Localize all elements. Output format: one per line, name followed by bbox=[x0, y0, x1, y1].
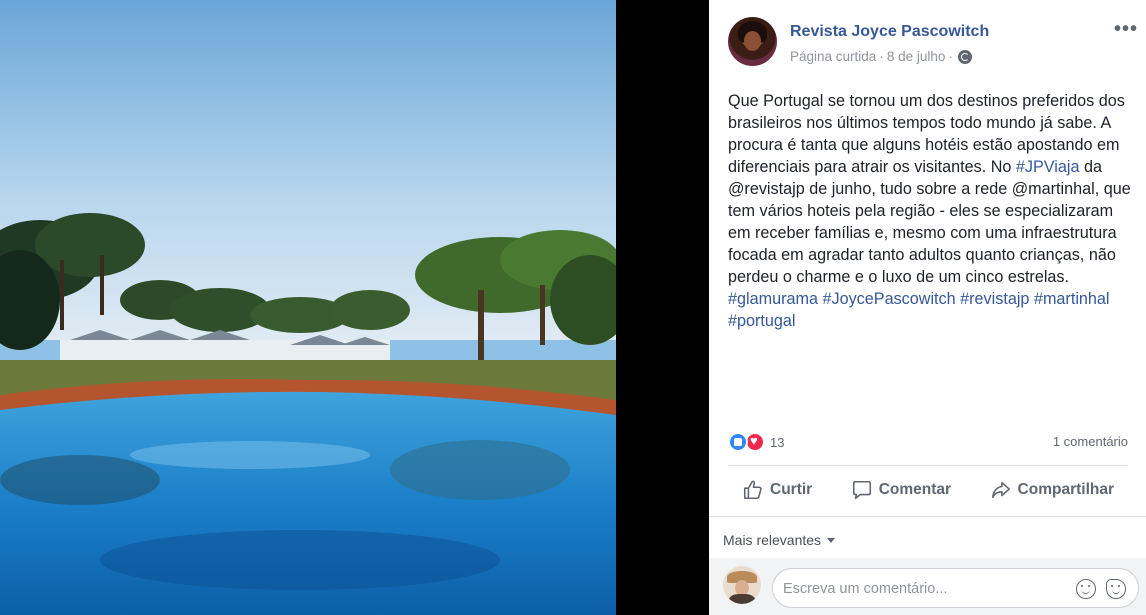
comment-button[interactable]: Comentar bbox=[851, 479, 951, 501]
comment-label: Comentar bbox=[878, 481, 952, 498]
hashtag-link[interactable]: #portugal bbox=[728, 312, 796, 330]
thumbs-up-icon bbox=[743, 480, 762, 500]
more-options-icon[interactable]: ••• bbox=[1114, 19, 1138, 39]
like-reaction-icon bbox=[728, 432, 748, 452]
comment-sort-dropdown[interactable]: Mais relevantes bbox=[723, 532, 836, 548]
page-type-label: Página curtida bbox=[790, 49, 877, 64]
reactions-summary[interactable]: 13 bbox=[728, 430, 784, 454]
post-header: Revista Joyce Pascowitch Página curtida … bbox=[728, 17, 1138, 69]
share-arrow-icon bbox=[991, 481, 1010, 499]
hashtag-link[interactable]: #JPViaja bbox=[1016, 158, 1080, 176]
post-meta: Página curtida · 8 de julho · bbox=[790, 49, 972, 64]
share-button[interactable]: Compartilhar bbox=[990, 479, 1114, 501]
emoji-icon[interactable] bbox=[1076, 579, 1096, 599]
caret-down-icon bbox=[827, 537, 836, 543]
love-reaction-icon bbox=[745, 432, 765, 452]
page-name-link[interactable]: Revista Joyce Pascowitch bbox=[790, 23, 989, 41]
comment-sort-label: Mais relevantes bbox=[723, 532, 822, 548]
page-avatar[interactable] bbox=[728, 17, 777, 66]
post-side-panel: Revista Joyce Pascowitch Página curtida … bbox=[709, 0, 1146, 615]
meta-separator: · bbox=[879, 49, 884, 64]
comment-input[interactable] bbox=[783, 578, 1063, 600]
hashtag-link[interactable]: #martinhal bbox=[1034, 290, 1110, 308]
user-avatar[interactable] bbox=[723, 566, 761, 604]
post-date[interactable]: 8 de julho bbox=[887, 49, 946, 64]
comment-sort-bar: Mais relevantes bbox=[709, 516, 1146, 558]
facebook-post-viewer: Revista Joyce Pascowitch Página curtida … bbox=[0, 0, 1146, 615]
post-actions: Curtir Comentar Compartilhar bbox=[728, 466, 1128, 514]
post-text: Que Portugal se tornou um dos destinos p… bbox=[728, 90, 1134, 332]
comment-composer[interactable] bbox=[772, 568, 1139, 608]
hashtag-link[interactable]: #glamurama bbox=[728, 290, 818, 308]
post-photo[interactable] bbox=[0, 0, 616, 615]
pool-resort-image bbox=[0, 0, 616, 615]
reaction-count: 13 bbox=[770, 434, 785, 450]
comment-bubble-icon bbox=[852, 480, 871, 500]
hashtag-link[interactable]: #revistajp bbox=[960, 290, 1029, 308]
photo-viewer-background bbox=[616, 0, 709, 615]
like-label: Curtir bbox=[770, 481, 813, 498]
meta-separator: · bbox=[948, 49, 953, 64]
hashtag-link[interactable]: #JoycePascowitch bbox=[822, 290, 955, 308]
globe-icon[interactable] bbox=[957, 49, 972, 64]
post-text-segment: da @revistajp de junho, tudo sobre a red… bbox=[728, 158, 1131, 286]
share-label: Compartilhar bbox=[1017, 481, 1114, 498]
comment-count-link[interactable]: 1 comentário bbox=[1053, 434, 1128, 449]
sticker-icon[interactable] bbox=[1106, 579, 1126, 599]
like-button[interactable]: Curtir bbox=[742, 479, 812, 501]
